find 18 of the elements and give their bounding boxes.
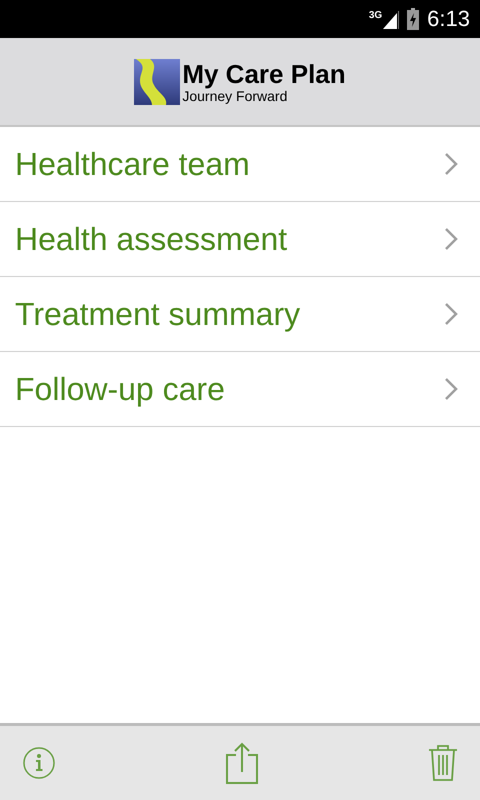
chevron-icon [444,227,458,251]
clock: 6:13 [427,8,470,30]
chevron-icon [444,152,458,176]
logo-icon [134,58,180,104]
battery-icon [407,8,420,30]
menu-item[interactable]: Healthcare team [0,127,480,202]
chevron-icon [444,302,458,326]
app-title: My Care Plan [182,60,346,88]
menu-item[interactable]: Follow-up care [0,352,480,427]
chevron-icon [444,377,458,401]
trash-icon[interactable] [428,744,458,782]
signal-icon [383,9,400,29]
info-icon[interactable] [22,746,56,780]
app-subtitle: Journey Forward [182,88,288,104]
menu-item[interactable]: Treatment summary [0,277,480,352]
share-icon[interactable] [226,742,258,784]
menu-item[interactable]: Health assessment [0,202,480,277]
network-label: 3G [368,11,382,21]
